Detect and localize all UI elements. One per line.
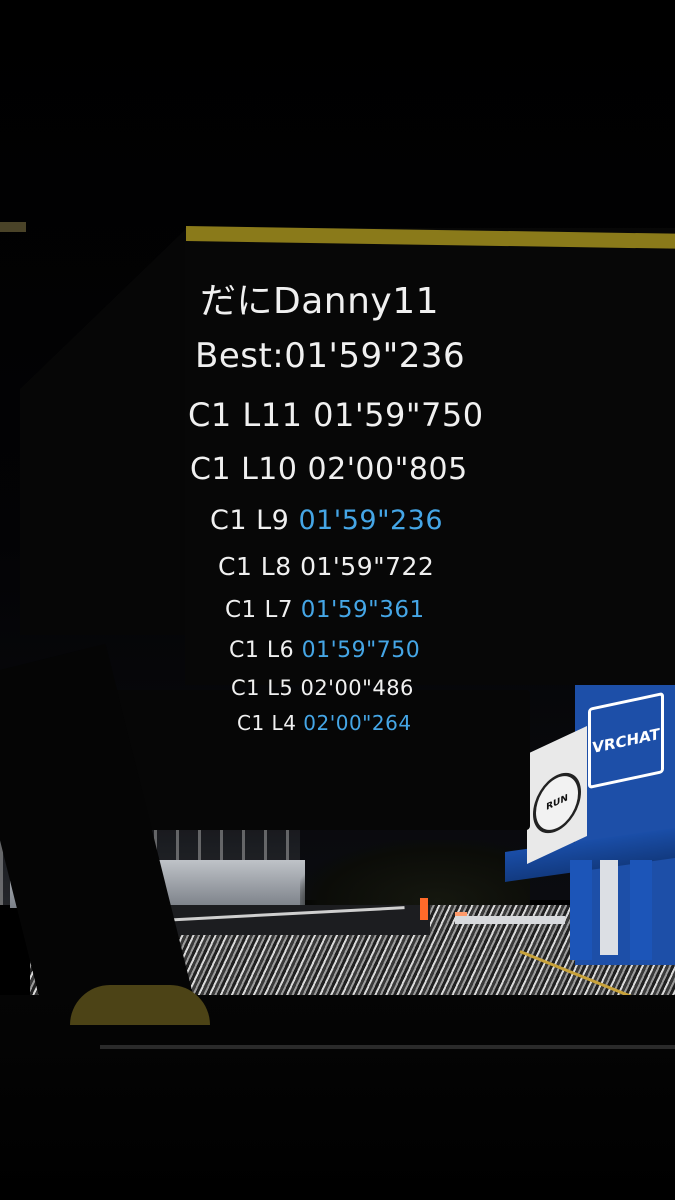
tree-silhouette: [300, 840, 530, 915]
game-view: VRCHAT RUN だにDanny11 Best:01'59"236 C1 L…: [0, 0, 675, 1200]
distant-orange-light: [420, 898, 428, 920]
lap-time-panel: [185, 228, 675, 685]
car-hood-yellow: [70, 985, 210, 1025]
car-dashboard: [0, 995, 675, 1200]
vrchat-sign: VRCHAT: [588, 691, 664, 790]
building-pillar: [630, 860, 652, 960]
dashboard-edge: [100, 1045, 675, 1049]
guardrail: [455, 916, 565, 924]
building-pillar-white: [600, 860, 618, 955]
building-pillar: [570, 860, 592, 960]
left-yellow-strip: [0, 222, 26, 232]
